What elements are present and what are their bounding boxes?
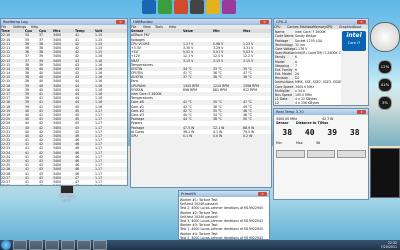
reset-button[interactable] <box>306 149 336 158</box>
realtemp-title: Real Temp 3.70 <box>276 110 304 114</box>
app-icon-1[interactable] <box>142 0 156 14</box>
log-row-cell: 3400 <box>53 184 75 185</box>
realtemp-window: Real Temp 3.70 ✕ 3400.00 MHz 42.7 W Sens… <box>273 108 369 200</box>
shortcut-label: Your Reflex proof <box>58 194 76 202</box>
hwmonitor-row[interactable]: GPU 0.1 W 0.0 W 0.2 W <box>131 134 271 138</box>
system-graph-gadget <box>370 148 400 198</box>
intel-brand-sub: Core i7 <box>347 41 361 46</box>
taskbar-button-1[interactable] <box>13 240 27 250</box>
log-row-cell: 41 <box>25 184 39 185</box>
app-icon-2[interactable] <box>158 0 172 14</box>
taskbar-clock[interactable]: 22:32 7/20/2011 <box>381 241 397 249</box>
core-temp-0: 38 <box>282 128 293 138</box>
close-icon[interactable]: ✕ <box>260 20 269 24</box>
realtemp-min-label: Min <box>276 141 282 146</box>
hwmonitor-row-cell: GPU <box>131 133 138 138</box>
prime95-window: Prime95 ✕ Worker #1: Torture Test Self-te… <box>178 190 270 240</box>
sidebar-gadget: 12% 41% 3% <box>372 60 398 140</box>
log-row-cell: 1.17 <box>95 184 115 185</box>
log-row-cell: 47 <box>75 184 95 185</box>
taskbar-button-2[interactable] <box>29 240 43 250</box>
prime95-title: Prime95 <box>181 192 196 196</box>
log-title: Realtemp Log <box>3 20 28 24</box>
prime95-output: Worker #1: Torture Test Self-test 1024K p… <box>179 197 269 239</box>
close-icon[interactable]: ✕ <box>357 110 366 114</box>
log-window: Realtemp Log ✕ File Settings Help Time C… <box>0 18 128 186</box>
hwmonitor-window: HWMonitor ✕ File View Tools Help Sensor … <box>130 18 272 188</box>
intel-brand-text: intel <box>346 32 362 40</box>
gadget-cpu: 12% <box>378 60 392 74</box>
taskbar-button-4[interactable] <box>61 240 75 250</box>
settings-button[interactable] <box>276 149 305 158</box>
start-button[interactable] <box>1 240 11 250</box>
log-row-cell: 22:28 <box>1 184 25 185</box>
core-temp-1: 40 <box>304 128 315 138</box>
gadget-gpu: 3% <box>378 96 392 110</box>
hwmonitor-tree: ASRock P67 Voltages CPU VCORE 1.17 V 0.98 V1… <box>131 33 271 138</box>
core-temp-2: 39 <box>327 128 338 138</box>
core-temp-3: 38 <box>349 128 360 138</box>
log-table: 22:10 34 37 3400 41 1.15 22:10 35 37 3400 41 1.15 22… <box>1 33 127 185</box>
log-row-cell: 43 <box>39 184 53 185</box>
gadget-gpu-value: 3% <box>381 100 389 105</box>
realtemp-tjmax: 98 <box>316 141 321 146</box>
taskbar: 22:32 7/20/2011 <box>0 240 400 250</box>
cpuz-window: CPU-Z ✕ CPUCachesMainboardMemorySPDGraph… <box>273 18 369 106</box>
log-row[interactable]: 22:2841433400471.17 <box>1 184 127 185</box>
realtemp-minmax: Min Max 98 <box>276 141 366 145</box>
intel-logo: intel Core i7 <box>342 31 366 52</box>
app-icon-4[interactable] <box>190 0 204 14</box>
taskbar-button-5[interactable] <box>77 240 91 250</box>
realtemp-sensor-label: Sensor <box>276 121 289 126</box>
taskbar-date: 7/20/2011 <box>380 245 397 249</box>
hwmonitor-title: HWMonitor <box>133 20 153 24</box>
app-icon-6[interactable] <box>222 0 236 14</box>
gadget-ram-value: 41% <box>380 82 390 87</box>
toolbar-icons <box>142 0 270 18</box>
taskbar-button-3[interactable] <box>45 240 59 250</box>
app-icon-3[interactable] <box>174 0 188 14</box>
test-button[interactable] <box>337 149 367 158</box>
realtemp-buttons <box>276 149 367 158</box>
hwmonitor-row-cell: 0.1 W <box>183 133 193 138</box>
close-icon[interactable]: ✕ <box>357 20 366 24</box>
cpuz-title: CPU-Z <box>276 20 288 24</box>
realtemp-max-label: Max <box>296 141 303 146</box>
cpuz-fields: Name Intel Core i7 2600K Code Name Sandy Br… <box>275 30 341 105</box>
clock-gadget <box>370 22 400 52</box>
realtemp-labels: Sensor Distance to TJMax <box>276 121 366 125</box>
app-icon-5[interactable] <box>206 0 220 14</box>
hwmonitor-row-cell: 0.2 W <box>243 133 253 138</box>
realtemp-temps: 38 40 39 38 <box>276 128 366 137</box>
close-icon[interactable]: ✕ <box>116 20 125 24</box>
close-icon[interactable]: ✕ <box>258 192 267 196</box>
taskbar-button-6[interactable] <box>93 240 107 250</box>
realtemp-distance-label: Distance to TJMax <box>296 121 329 126</box>
hwmonitor-row-cell: 0.0 W <box>213 133 223 138</box>
gadget-ram: 41% <box>378 78 392 92</box>
gadget-cpu-value: 12% <box>380 64 390 69</box>
